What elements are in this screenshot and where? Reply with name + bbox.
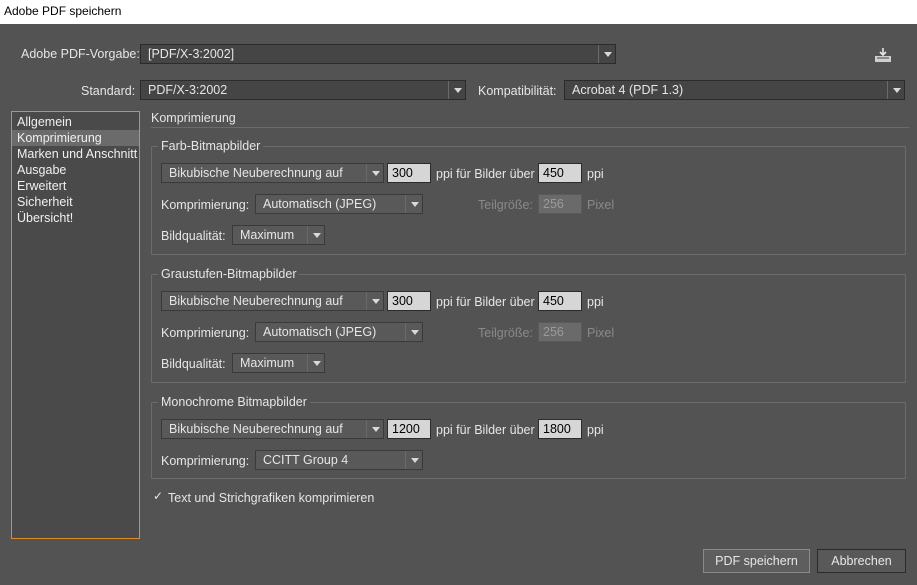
sidebar-item-sicherheit[interactable]: Sicherheit bbox=[12, 194, 139, 210]
chevron-down-icon bbox=[448, 81, 465, 99]
color-resample-value: Bikubische Neuberechnung auf bbox=[169, 166, 343, 180]
color-compression-dropdown[interactable]: Automatisch (JPEG) bbox=[255, 194, 423, 214]
sidebar-list: Allgemein Komprimierung Marken und Ansch… bbox=[12, 112, 139, 226]
chevron-down-icon bbox=[307, 354, 324, 372]
color-ppi-unit: ppi bbox=[587, 167, 604, 181]
standard-label: Standard: bbox=[81, 84, 136, 98]
chevron-down-icon bbox=[366, 164, 383, 182]
compress-text-label: Text und Strichgrafiken komprimieren bbox=[168, 491, 375, 505]
save-pdf-button[interactable]: PDF speichern bbox=[703, 549, 810, 573]
gray-resample-dropdown[interactable]: Bikubische Neuberechnung auf bbox=[161, 291, 384, 311]
cancel-button[interactable]: Abbrechen bbox=[817, 549, 906, 573]
gray-ppi-unit: ppi bbox=[587, 295, 604, 309]
color-quality-value: Maximum bbox=[240, 228, 295, 242]
color-ppi-label: ppi für Bilder über bbox=[436, 167, 535, 181]
chevron-down-icon bbox=[366, 292, 383, 310]
gray-compression-dropdown[interactable]: Automatisch (JPEG) bbox=[255, 322, 423, 342]
color-above-ppi-input[interactable]: 450 bbox=[538, 163, 582, 183]
chevron-down-icon bbox=[405, 451, 422, 469]
color-tile-label: Teilgröße: bbox=[478, 198, 533, 212]
gray-quality-label: Bildqualität: bbox=[161, 357, 226, 371]
chevron-down-icon bbox=[598, 45, 615, 63]
sidebar-item-erweitert[interactable]: Erweitert bbox=[12, 178, 139, 194]
sidebar-item-marken[interactable]: Marken und Anschnitt bbox=[12, 146, 139, 162]
compat-dropdown[interactable]: Acrobat 4 (PDF 1.3) bbox=[564, 80, 905, 100]
color-compression-value: Automatisch (JPEG) bbox=[263, 197, 377, 211]
preset-label: Adobe PDF-Vorgabe: bbox=[21, 47, 140, 61]
section-title: Komprimierung bbox=[151, 111, 236, 125]
color-compression-label: Komprimierung: bbox=[161, 198, 250, 212]
color-tile-unit: Pixel bbox=[587, 198, 615, 212]
preset-dropdown[interactable]: [PDF/X-3:2002] bbox=[140, 44, 616, 64]
chevron-down-icon bbox=[405, 195, 422, 213]
gray-tile-input[interactable]: 256 bbox=[538, 322, 582, 342]
gray-ppi-label: ppi für Bilder über bbox=[436, 295, 535, 309]
mono-resample-dropdown[interactable]: Bikubische Neuberechnung auf bbox=[161, 419, 384, 439]
gray-resample-value: Bikubische Neuberechnung auf bbox=[169, 294, 343, 308]
chevron-down-icon bbox=[405, 323, 422, 341]
chevron-down-icon bbox=[307, 226, 324, 244]
gray-ppi-input[interactable]: 300 bbox=[387, 291, 431, 311]
mono-ppi-input[interactable]: 1200 bbox=[387, 419, 431, 439]
save-preset-icon[interactable] bbox=[874, 46, 892, 64]
mono-ppi-label: ppi für Bilder über bbox=[436, 423, 535, 437]
mono-above-ppi-input[interactable]: 1800 bbox=[538, 419, 582, 439]
section-divider bbox=[151, 127, 909, 128]
gray-tile-label: Teilgröße: bbox=[478, 326, 533, 340]
gray-compression-value: Automatisch (JPEG) bbox=[263, 325, 377, 339]
gray-quality-dropdown[interactable]: Maximum bbox=[232, 353, 325, 373]
gray-above-ppi-input[interactable]: 450 bbox=[538, 291, 582, 311]
gray-group-title: Graustufen-Bitmapbilder bbox=[158, 267, 300, 281]
mono-compression-value: CCITT Group 4 bbox=[263, 453, 349, 467]
sidebar-item-allgemein[interactable]: Allgemein bbox=[12, 114, 139, 130]
color-tile-input[interactable]: 256 bbox=[538, 194, 582, 214]
gray-compression-label: Komprimierung: bbox=[161, 326, 250, 340]
compress-text-checkbox[interactable] bbox=[153, 489, 165, 503]
sidebar: Allgemein Komprimierung Marken und Ansch… bbox=[11, 111, 140, 539]
compat-label: Kompatibilität: bbox=[478, 84, 557, 98]
mono-compression-label: Komprimierung: bbox=[161, 454, 250, 468]
window-title: Adobe PDF speichern bbox=[0, 0, 917, 24]
color-ppi-input[interactable]: 300 bbox=[387, 163, 431, 183]
chevron-down-icon bbox=[887, 81, 904, 99]
sidebar-item-ausgabe[interactable]: Ausgabe bbox=[12, 162, 139, 178]
mono-compression-dropdown[interactable]: CCITT Group 4 bbox=[255, 450, 423, 470]
standard-dropdown[interactable]: PDF/X-3:2002 bbox=[140, 80, 466, 100]
color-resample-dropdown[interactable]: Bikubische Neuberechnung auf bbox=[161, 163, 384, 183]
chevron-down-icon bbox=[366, 420, 383, 438]
color-group-title: Farb-Bitmapbilder bbox=[158, 139, 264, 153]
color-quality-label: Bildqualität: bbox=[161, 229, 226, 243]
sidebar-item-komprimierung[interactable]: Komprimierung bbox=[12, 130, 139, 146]
compat-value: Acrobat 4 (PDF 1.3) bbox=[572, 83, 684, 97]
standard-value: PDF/X-3:2002 bbox=[148, 83, 228, 97]
mono-group-title: Monochrome Bitmapbilder bbox=[158, 395, 310, 409]
color-quality-dropdown[interactable]: Maximum bbox=[232, 225, 325, 245]
sidebar-item-uebersicht[interactable]: Übersicht! bbox=[12, 210, 139, 226]
gray-tile-unit: Pixel bbox=[587, 326, 615, 340]
mono-resample-value: Bikubische Neuberechnung auf bbox=[169, 422, 343, 436]
mono-ppi-unit: ppi bbox=[587, 423, 604, 437]
preset-value: [PDF/X-3:2002] bbox=[148, 47, 235, 61]
gray-quality-value: Maximum bbox=[240, 356, 295, 370]
